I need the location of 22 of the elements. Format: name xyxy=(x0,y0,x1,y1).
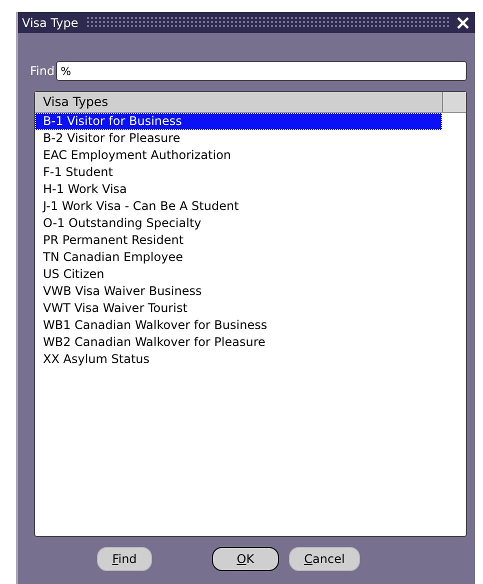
list-item[interactable]: H-1 Work Visa xyxy=(35,181,442,198)
list-item[interactable]: VWT Visa Waiver Tourist xyxy=(35,300,442,317)
find-field[interactable]: % xyxy=(56,61,467,81)
list-item[interactable]: EAC Employment Authorization xyxy=(35,147,442,164)
window-title: Visa Type xyxy=(22,16,78,30)
list-item[interactable]: J-1 Work Visa - Can Be A Student xyxy=(35,198,442,215)
list-item[interactable]: B-1 Visitor for Business xyxy=(35,113,442,130)
list-item[interactable]: PR Permanent Resident xyxy=(35,232,442,249)
list-item[interactable]: WB2 Canadian Walkover for Pleasure xyxy=(35,334,442,351)
list-item[interactable]: WB1 Canadian Walkover for Business xyxy=(35,317,442,334)
list-item[interactable]: B-2 Visitor for Pleasure xyxy=(35,130,442,147)
dialog-button[interactable]: OK xyxy=(212,547,280,571)
close-icon[interactable] xyxy=(457,16,469,28)
list-item[interactable]: VWB Visa Waiver Business xyxy=(35,283,442,300)
list-item[interactable]: US Citizen xyxy=(35,266,442,283)
list-item[interactable]: TN Canadian Employee xyxy=(35,249,442,266)
dialog-button[interactable]: Cancel xyxy=(289,547,360,571)
dialog-button[interactable]: Find xyxy=(97,547,152,571)
list-item[interactable]: O-1 Outstanding Specialty xyxy=(35,215,442,232)
list-item[interactable]: F-1 Student xyxy=(35,164,442,181)
list-item[interactable]: XX Asylum Status xyxy=(35,351,442,368)
find-label: Find xyxy=(30,64,55,78)
